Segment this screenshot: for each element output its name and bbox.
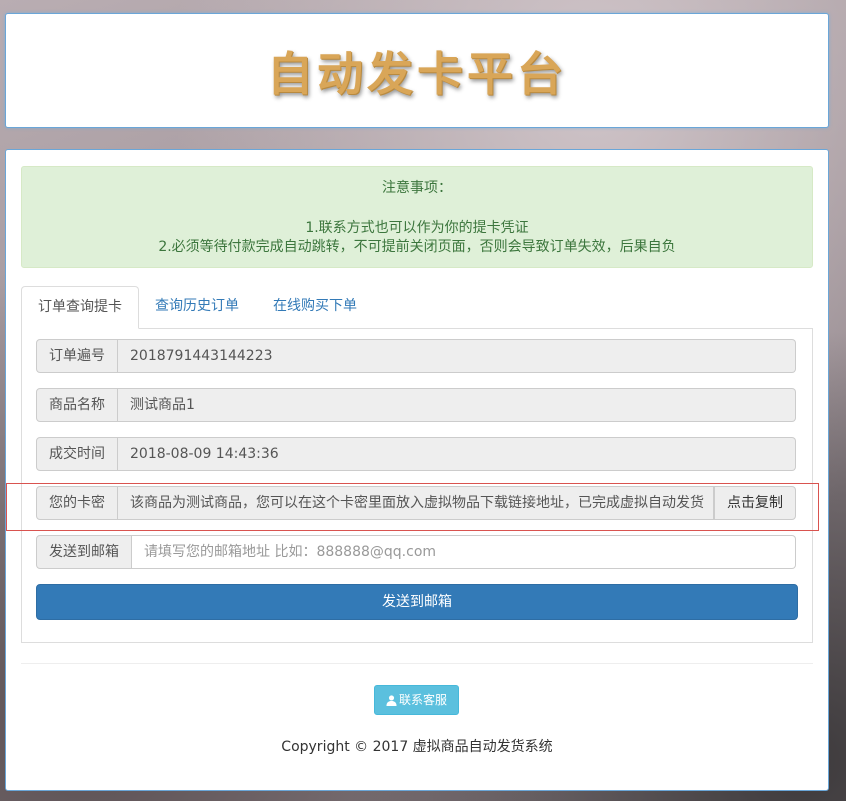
- email-label: 发送到邮箱: [36, 535, 132, 569]
- tab-order-query[interactable]: 订单查询提卡: [21, 286, 139, 329]
- main-panel: 注意事项： 1.联系方式也可以作为你的提卡凭证 2.必须等待付款完成自动跳转，不…: [5, 149, 829, 791]
- copy-button[interactable]: 点击复制: [714, 486, 796, 520]
- order-no-row: 订单遍号 2018791443144223: [36, 339, 796, 373]
- product-row: 商品名称 测试商品1: [36, 388, 796, 422]
- divider: [21, 663, 813, 664]
- notice-title: 注意事项：: [382, 180, 452, 196]
- email-row: 发送到邮箱: [36, 535, 796, 569]
- email-input[interactable]: [132, 535, 796, 569]
- card-secret-field[interactable]: 该商品为测试商品，您可以在这个卡密里面放入虚拟物品下载链接地址，已完成虚拟自动发…: [118, 486, 714, 520]
- time-field[interactable]: 2018-08-09 14:43:36: [118, 437, 796, 471]
- order-no-field[interactable]: 2018791443144223: [118, 339, 796, 373]
- time-row: 成交时间 2018-08-09 14:43:36: [36, 437, 796, 471]
- user-icon: [386, 695, 397, 706]
- order-no-label: 订单遍号: [36, 339, 118, 373]
- notice-alert: 注意事项： 1.联系方式也可以作为你的提卡凭证 2.必须等待付款完成自动跳转，不…: [21, 166, 813, 268]
- product-field[interactable]: 测试商品1: [118, 388, 796, 422]
- site-title: 自动发卡平台: [267, 46, 567, 101]
- contact-label: 联系客服: [398, 693, 447, 707]
- card-row: 您的卡密 该商品为测试商品，您可以在这个卡密里面放入虚拟物品下载链接地址，已完成…: [36, 486, 796, 520]
- tab-buy-online[interactable]: 在线购买下单: [257, 286, 373, 327]
- product-label: 商品名称: [36, 388, 118, 422]
- notice-line-1: 1.联系方式也可以作为你的提卡凭证: [305, 220, 529, 236]
- card-label: 您的卡密: [36, 486, 118, 520]
- time-label: 成交时间: [36, 437, 118, 471]
- tab-order-history[interactable]: 查询历史订单: [139, 286, 255, 327]
- contact-service-button[interactable]: 联系客服: [374, 685, 459, 715]
- notice-line-2: 2.必须等待付款完成自动跳转，不可提前关闭页面，否则会导致订单失效，后果自负: [158, 239, 676, 255]
- send-email-button[interactable]: 发送到邮箱: [36, 584, 798, 620]
- header-panel: 自动发卡平台: [5, 13, 829, 128]
- footer-copyright: Copyright © 2017 虚拟商品自动发货系统: [281, 739, 553, 755]
- tab-bar: 订单查询提卡 查询历史订单 在线购买下单: [21, 286, 813, 329]
